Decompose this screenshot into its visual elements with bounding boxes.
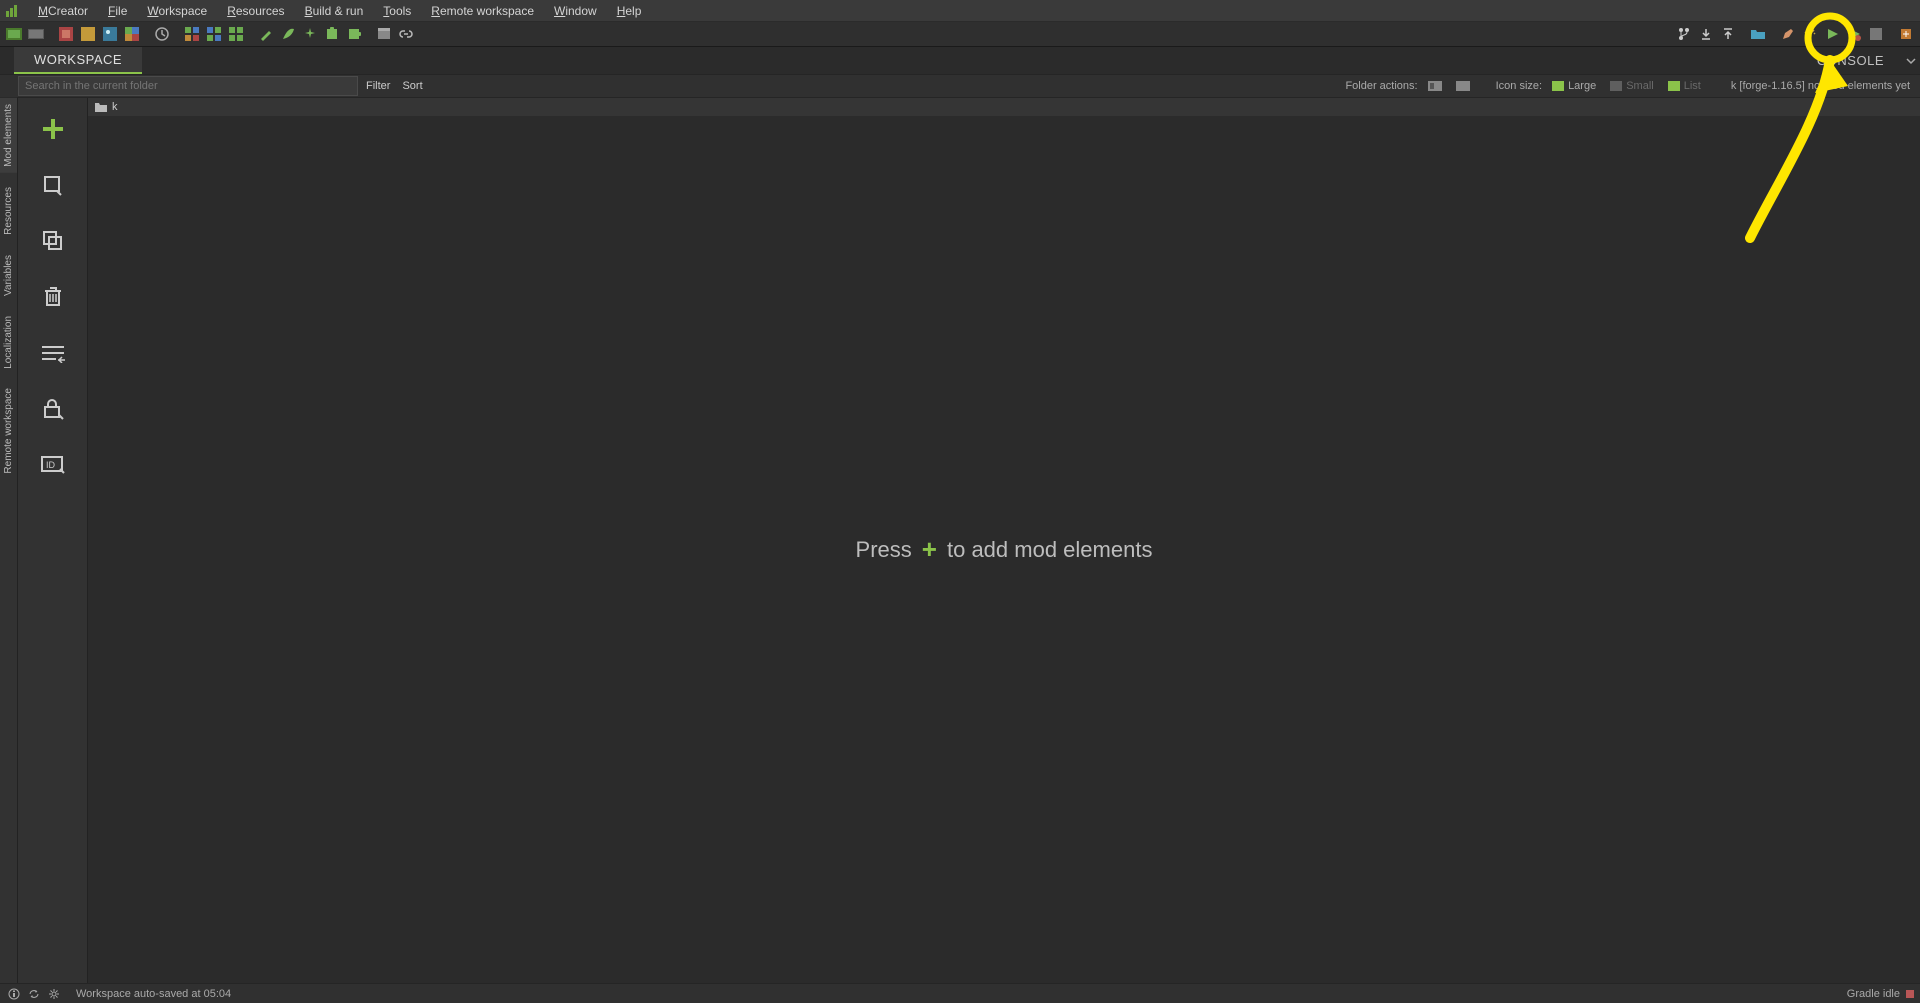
toolbar-vcs-branch-icon[interactable] [1674, 24, 1694, 44]
menu-remote[interactable]: Remote workspace [423, 2, 542, 20]
main-area: k Press + to add mod elements [88, 98, 1920, 983]
menu-workspace[interactable]: Workspace [139, 2, 215, 20]
menu-help[interactable]: Help [609, 2, 650, 20]
status-gear-icon[interactable] [46, 986, 62, 1002]
menu-mcreator[interactable]: MCreator [30, 2, 96, 20]
workspace-body: Mod elements Resources Variables Localiz… [0, 98, 1920, 983]
workspace-status-text: k [forge-1.16.5] no mod elements yet [1731, 80, 1910, 92]
side-id-icon[interactable]: ID [33, 450, 73, 480]
empty-state-message: Press + to add mod elements [88, 116, 1920, 983]
empty-state-text: to add mod elements [947, 537, 1152, 563]
menu-file[interactable]: File [100, 2, 135, 20]
tab-console[interactable]: CONSOLE [1803, 47, 1898, 74]
left-rail: Mod elements Resources Variables Localiz… [0, 98, 18, 983]
svg-text:ID: ID [46, 460, 56, 470]
toolbar-archive-icon[interactable] [374, 24, 394, 44]
toolbar [0, 22, 1920, 46]
rail-mod-elements[interactable]: Mod elements [0, 98, 17, 173]
toolbar-palette-icon[interactable] [122, 24, 142, 44]
icon-size-list[interactable]: List [1664, 80, 1705, 92]
toolbar-export-mod-icon[interactable] [1896, 24, 1916, 44]
toolbar-right-cluster [1674, 24, 1916, 44]
status-info-icon[interactable] [6, 986, 22, 1002]
toolbar-leaf-icon[interactable] [278, 24, 298, 44]
toolbar-new-workspace-icon[interactable] [4, 24, 24, 44]
rail-resources[interactable]: Resources [0, 181, 17, 241]
menu-tools[interactable]: Tools [375, 2, 419, 20]
rail-localization[interactable]: Localization [0, 310, 17, 375]
toolbar-resources-icon[interactable] [78, 24, 98, 44]
tab-console-label: CONSOLE [1817, 53, 1884, 68]
toolbar-pencil-icon[interactable] [1778, 24, 1798, 44]
toolbar-debug-icon[interactable] [1844, 24, 1864, 44]
toolbar-workspace-settings-icon[interactable] [56, 24, 76, 44]
folder-action-2-icon[interactable] [1452, 80, 1474, 92]
toolbar-stop-icon[interactable] [1866, 24, 1886, 44]
toolbar-open-icon[interactable] [26, 24, 46, 44]
folder-icon [94, 101, 108, 113]
toolbar-link-icon[interactable] [396, 24, 416, 44]
folder-actions-label: Folder actions: [1345, 80, 1417, 92]
search-input[interactable] [18, 76, 358, 96]
tabbar: WORKSPACE CONSOLE [0, 46, 1920, 74]
icon-size-small[interactable]: Small [1606, 80, 1658, 92]
sort-button[interactable]: Sort [396, 78, 428, 94]
toolbar-brush-icon[interactable] [256, 24, 276, 44]
tab-workspace-label: WORKSPACE [34, 52, 122, 67]
status-sync-icon[interactable] [26, 986, 42, 1002]
statusbar: Workspace auto-saved at 05:04 Gradle idl… [0, 983, 1920, 1003]
folder-action-1-icon[interactable] [1424, 80, 1446, 92]
tab-workspace[interactable]: WORKSPACE [14, 47, 142, 74]
empty-state-press: Press [856, 537, 912, 563]
toolbar-export-icon[interactable] [1718, 24, 1738, 44]
filter-button[interactable]: Filter [360, 78, 396, 94]
menu-window[interactable]: Window [546, 2, 605, 20]
breadcrumb: k [88, 98, 1920, 116]
rail-remote-workspace[interactable]: Remote workspace [0, 382, 17, 480]
toolbar-run-icon[interactable] [1822, 24, 1842, 44]
gradle-status: Gradle idle [1847, 988, 1900, 1000]
gradle-status-dot-icon [1906, 990, 1914, 998]
toolbar-image-icon[interactable] [100, 24, 120, 44]
plus-icon: + [922, 534, 937, 565]
toolbar-clock-icon[interactable] [152, 24, 172, 44]
breadcrumb-root[interactable]: k [112, 101, 118, 113]
toolbar-puzzle2-icon[interactable] [344, 24, 364, 44]
app-logo-icon [4, 3, 20, 19]
toolbar-grid2-icon[interactable] [204, 24, 224, 44]
toolbar-folder-icon[interactable] [1748, 24, 1768, 44]
toolbar-import-icon[interactable] [1696, 24, 1716, 44]
icon-size-label: Icon size: [1496, 80, 1542, 92]
filter-strip: Filter Sort Folder actions: Icon size: L… [0, 74, 1920, 98]
side-delete-icon[interactable] [33, 282, 73, 312]
tab-menu-icon[interactable] [1902, 47, 1920, 74]
icon-size-large[interactable]: Large [1548, 80, 1600, 92]
toolbar-wand-icon[interactable] [1800, 24, 1820, 44]
side-edit-icon[interactable] [33, 170, 73, 200]
side-add-icon[interactable] [33, 114, 73, 144]
side-lock-icon[interactable] [33, 394, 73, 424]
menu-resources[interactable]: Resources [219, 2, 292, 20]
toolbar-puzzle-icon[interactable] [322, 24, 342, 44]
side-duplicate-icon[interactable] [33, 226, 73, 256]
toolbar-grid1-icon[interactable] [182, 24, 202, 44]
side-tool-column: ID [18, 98, 88, 983]
menubar: MCreator File Workspace Resources Build … [0, 0, 1920, 22]
rail-variables[interactable]: Variables [0, 249, 17, 302]
status-message: Workspace auto-saved at 05:04 [76, 988, 231, 1000]
toolbar-sparkle-icon[interactable] [300, 24, 320, 44]
menu-build-run[interactable]: Build & run [297, 2, 372, 20]
toolbar-grid3-icon[interactable] [226, 24, 246, 44]
side-code-icon[interactable] [33, 338, 73, 368]
